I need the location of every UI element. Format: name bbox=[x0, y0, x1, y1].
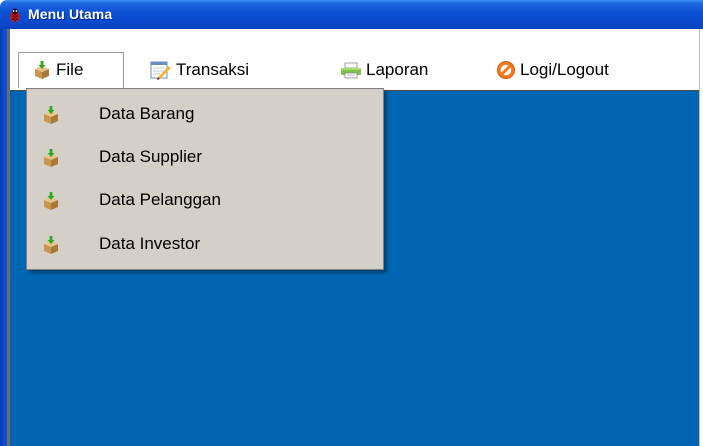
menu-logi-logout-label: Logi/Logout bbox=[520, 60, 609, 79]
menu-logi-logout[interactable]: Logi/Logout bbox=[496, 54, 609, 86]
window-frame-right bbox=[699, 29, 703, 446]
box-download-icon bbox=[44, 236, 58, 254]
menu-item-label: Data Pelanggan bbox=[99, 190, 221, 209]
menu-item-data-supplier[interactable]: Data Supplier bbox=[27, 136, 383, 178]
box-download-icon bbox=[35, 61, 49, 79]
window-title: Menu Utama bbox=[28, 6, 113, 22]
menu-laporan-label: Laporan bbox=[366, 60, 429, 79]
box-download-icon bbox=[44, 106, 58, 124]
menu-item-data-barang[interactable]: Data Barang bbox=[27, 93, 383, 135]
title-bar[interactable]: Menu Utama bbox=[0, 0, 703, 29]
no-entry-icon bbox=[497, 61, 515, 79]
menu-item-data-pelanggan[interactable]: Data Pelanggan bbox=[27, 179, 383, 221]
menu-laporan[interactable]: Laporan bbox=[340, 54, 428, 86]
menu-file-label: File bbox=[56, 60, 84, 79]
box-download-icon bbox=[44, 149, 58, 167]
file-dropdown-menu: Data Barang Data Supplier Data Pelanggan bbox=[26, 88, 384, 270]
notepad-edit-icon bbox=[150, 61, 171, 80]
menu-item-label: Data Investor bbox=[99, 234, 201, 253]
box-download-icon bbox=[44, 192, 58, 210]
menu-item-label: Data Barang bbox=[99, 104, 195, 123]
bug-icon bbox=[10, 8, 20, 22]
menu-item-label: Data Supplier bbox=[99, 147, 203, 166]
menu-transaksi[interactable]: Transaksi bbox=[150, 54, 249, 86]
menu-transaksi-label: Transaksi bbox=[176, 60, 250, 79]
printer-icon bbox=[341, 62, 361, 79]
menu-item-data-investor[interactable]: Data Investor bbox=[27, 223, 383, 265]
main-window: Menu Utama File Transaksi Laporan Logi/L… bbox=[0, 0, 703, 446]
menu-file[interactable]: File bbox=[32, 54, 83, 86]
